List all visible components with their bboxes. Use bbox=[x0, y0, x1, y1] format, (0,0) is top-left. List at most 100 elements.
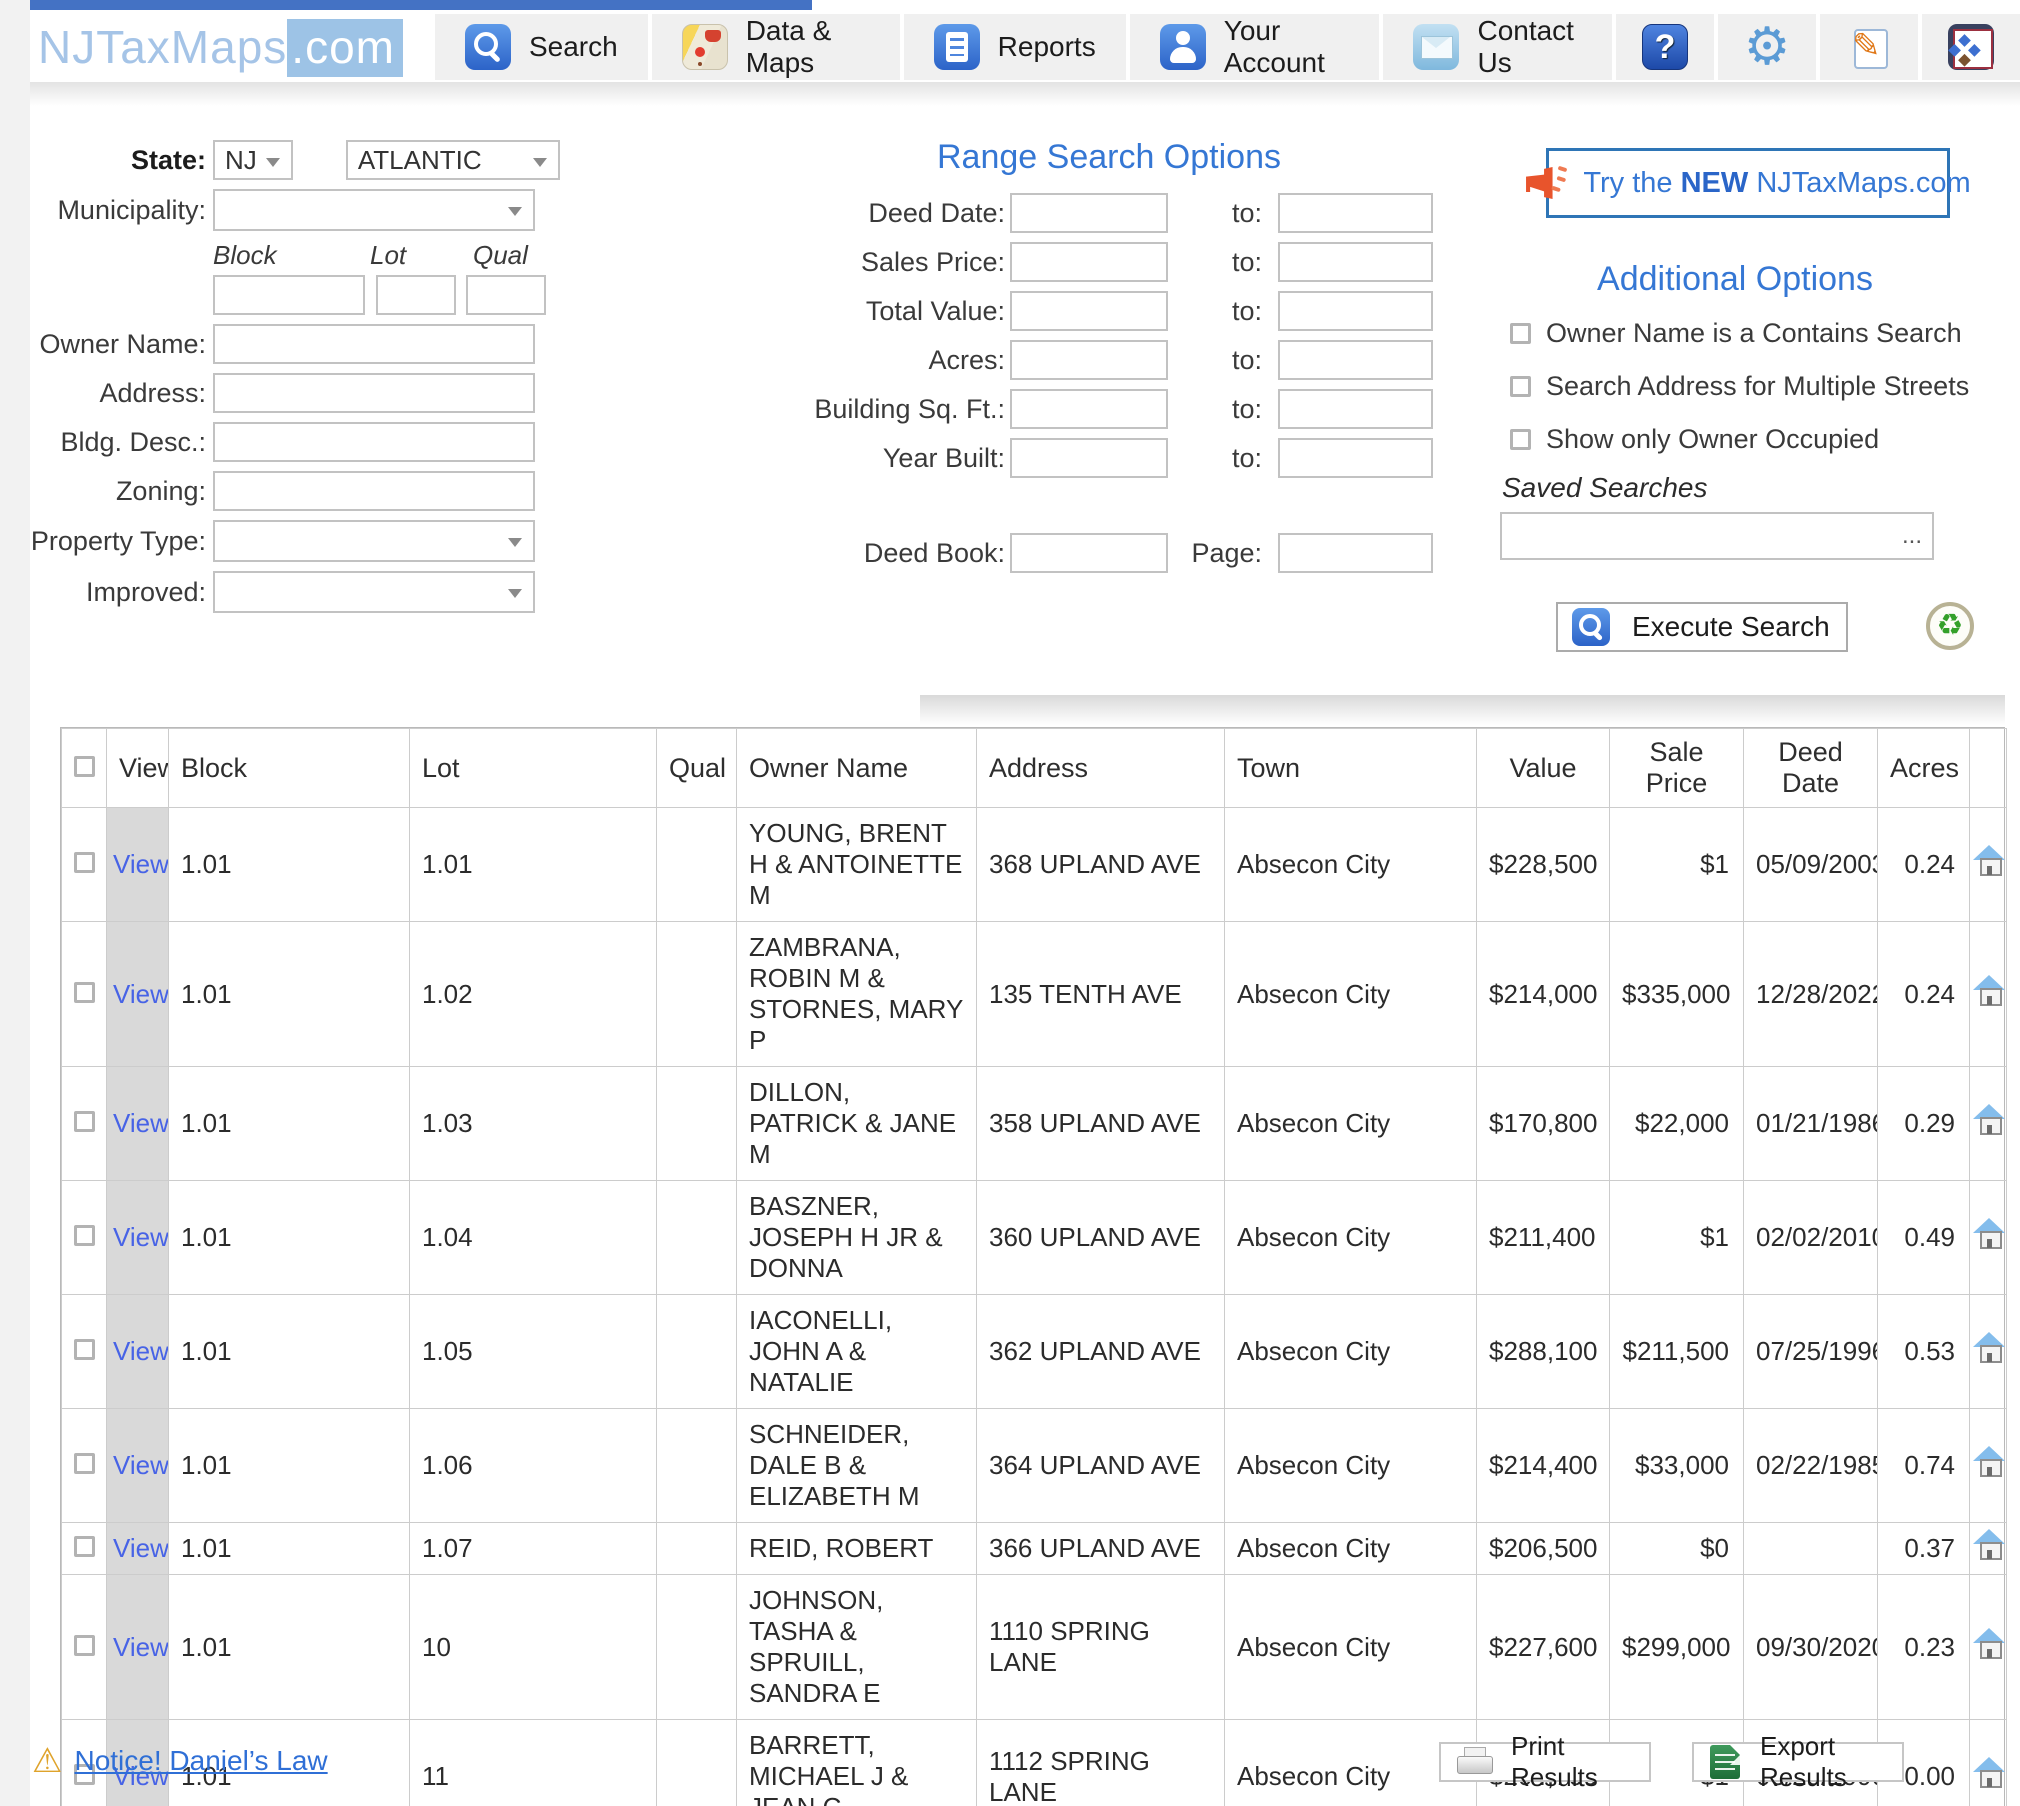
contains-search-label: Owner Name is a Contains Search bbox=[1546, 318, 1962, 349]
county-select[interactable]: ATLANTIC bbox=[346, 140, 560, 180]
nav-your-account[interactable]: Your Account bbox=[1130, 14, 1380, 80]
nav-edit-note-button[interactable] bbox=[1820, 14, 1918, 80]
range-from-input[interactable] bbox=[1010, 438, 1168, 478]
nav-map-frame-button[interactable] bbox=[1922, 14, 2020, 80]
gear-icon bbox=[1744, 24, 1790, 70]
select-all-checkbox[interactable] bbox=[74, 756, 95, 777]
export-results-button[interactable]: Export Results bbox=[1692, 1742, 1904, 1782]
range-to-label: to: bbox=[1168, 247, 1278, 278]
row-checkbox[interactable] bbox=[74, 1339, 95, 1360]
range-to-input[interactable] bbox=[1278, 193, 1433, 233]
row-checkbox[interactable] bbox=[74, 1111, 95, 1132]
cell-acres: 0.49 bbox=[1878, 1181, 1970, 1295]
saved-searches-input[interactable]: ... bbox=[1500, 512, 1934, 560]
qual-input[interactable] bbox=[466, 275, 546, 315]
range-row: Total Value:to: bbox=[690, 291, 1458, 331]
view-link[interactable]: View bbox=[113, 1632, 169, 1662]
range-to-input[interactable] bbox=[1278, 291, 1433, 331]
page-label: Page: bbox=[1168, 538, 1278, 569]
range-to-input[interactable] bbox=[1278, 242, 1433, 282]
try-new-site-button[interactable]: Try the NEW NJTaxMaps.com bbox=[1546, 148, 1950, 218]
search-form: State: NJ ATLANTIC Municipality: Block L… bbox=[0, 140, 560, 622]
multiple-streets-checkbox[interactable] bbox=[1510, 376, 1531, 397]
house-icon[interactable] bbox=[1972, 1529, 2006, 1561]
view-link[interactable]: View bbox=[113, 1336, 169, 1366]
house-icon[interactable] bbox=[1972, 1446, 2006, 1478]
print-results-button[interactable]: Print Results bbox=[1439, 1742, 1651, 1782]
zoning-input[interactable] bbox=[213, 471, 535, 511]
range-from-input[interactable] bbox=[1010, 389, 1168, 429]
megaphone-icon bbox=[1525, 163, 1569, 203]
range-to-input[interactable] bbox=[1278, 438, 1433, 478]
house-icon[interactable] bbox=[1972, 1628, 2006, 1660]
nav-help-button[interactable] bbox=[1616, 14, 1714, 80]
saved-searches-browse[interactable]: ... bbox=[1902, 522, 1922, 550]
municipality-label: Municipality: bbox=[0, 195, 213, 226]
deed-book-input[interactable] bbox=[1010, 533, 1168, 573]
owner-occupied-checkbox[interactable] bbox=[1510, 429, 1531, 450]
refresh-button[interactable] bbox=[1926, 602, 1974, 650]
view-link[interactable]: View bbox=[113, 1222, 169, 1252]
range-from-input[interactable] bbox=[1010, 193, 1168, 233]
house-icon[interactable] bbox=[1972, 1218, 2006, 1250]
cell-address: 358 UPLAND AVE bbox=[977, 1067, 1225, 1181]
owner-name-input[interactable] bbox=[213, 324, 535, 364]
try-highlight: NEW bbox=[1681, 167, 1749, 199]
row-checkbox[interactable] bbox=[74, 852, 95, 873]
execute-search-button[interactable]: Execute Search bbox=[1556, 602, 1848, 652]
cell-value: $214,400 bbox=[1477, 1409, 1610, 1523]
range-from-input[interactable] bbox=[1010, 340, 1168, 380]
row-checkbox[interactable] bbox=[74, 1635, 95, 1656]
results-body: View1.011.01YOUNG, BRENT H & ANTOINETTE … bbox=[62, 808, 2007, 1806]
lot-label: Lot bbox=[370, 240, 473, 271]
house-icon[interactable] bbox=[1972, 1104, 2006, 1136]
cell-qual bbox=[657, 1181, 737, 1295]
house-icon[interactable] bbox=[1972, 1757, 2006, 1789]
nav-data-maps[interactable]: Data & Maps bbox=[652, 14, 900, 80]
range-to-input[interactable] bbox=[1278, 340, 1433, 380]
range-from-input[interactable] bbox=[1010, 242, 1168, 282]
property-type-select[interactable] bbox=[213, 520, 535, 562]
cell-owner-name: REID, ROBERT bbox=[737, 1523, 977, 1575]
row-checkbox[interactable] bbox=[74, 982, 95, 1003]
nav-settings-button[interactable] bbox=[1718, 14, 1816, 80]
bldg-desc-input[interactable] bbox=[213, 422, 535, 462]
municipality-select[interactable] bbox=[213, 189, 535, 231]
address-input[interactable] bbox=[213, 373, 535, 413]
row-checkbox[interactable] bbox=[74, 1225, 95, 1246]
cell-owner-name: DILLON, PATRICK & JANE M bbox=[737, 1067, 977, 1181]
row-checkbox[interactable] bbox=[74, 1453, 95, 1474]
view-link[interactable]: View bbox=[113, 1108, 169, 1138]
range-to-input[interactable] bbox=[1278, 389, 1433, 429]
house-icon[interactable] bbox=[1972, 975, 2006, 1007]
cell-acres: 0.24 bbox=[1878, 922, 1970, 1067]
view-link[interactable]: View bbox=[113, 979, 169, 1009]
block-input[interactable] bbox=[213, 275, 365, 315]
nav-reports[interactable]: Reports bbox=[904, 14, 1126, 80]
cell-deed-date: 05/09/2003 bbox=[1744, 808, 1878, 922]
nav-contact-us-label: Contact Us bbox=[1477, 15, 1582, 79]
site-logo[interactable]: NJTaxMaps.com bbox=[38, 20, 403, 74]
view-link[interactable]: View bbox=[113, 849, 169, 879]
view-link[interactable]: View bbox=[113, 1450, 169, 1480]
nav-your-account-label: Your Account bbox=[1224, 15, 1350, 79]
cell-lot: 1.01 bbox=[410, 808, 657, 922]
nav-contact-us[interactable]: Contact Us bbox=[1383, 14, 1612, 80]
daniels-law-link[interactable]: Notice! Daniel’s Law bbox=[74, 1745, 327, 1777]
cell-qual bbox=[657, 1067, 737, 1181]
improved-select[interactable] bbox=[213, 571, 535, 613]
deed-page-input[interactable] bbox=[1278, 533, 1433, 573]
house-icon[interactable] bbox=[1972, 845, 2006, 877]
range-from-input[interactable] bbox=[1010, 291, 1168, 331]
view-link[interactable]: View bbox=[113, 1533, 169, 1563]
cell-deed-date: 02/22/1985 bbox=[1744, 1409, 1878, 1523]
nav-search[interactable]: Search bbox=[435, 14, 648, 80]
state-select[interactable]: NJ bbox=[213, 140, 293, 180]
contains-search-checkbox[interactable] bbox=[1510, 323, 1531, 344]
owner-name-label: Owner Name: bbox=[0, 329, 213, 360]
cell-value: $288,100 bbox=[1477, 1295, 1610, 1409]
lot-input[interactable] bbox=[376, 275, 456, 315]
house-icon[interactable] bbox=[1972, 1332, 2006, 1364]
try-suffix: NJTaxMaps.com bbox=[1756, 167, 1970, 199]
row-checkbox[interactable] bbox=[74, 1536, 95, 1557]
